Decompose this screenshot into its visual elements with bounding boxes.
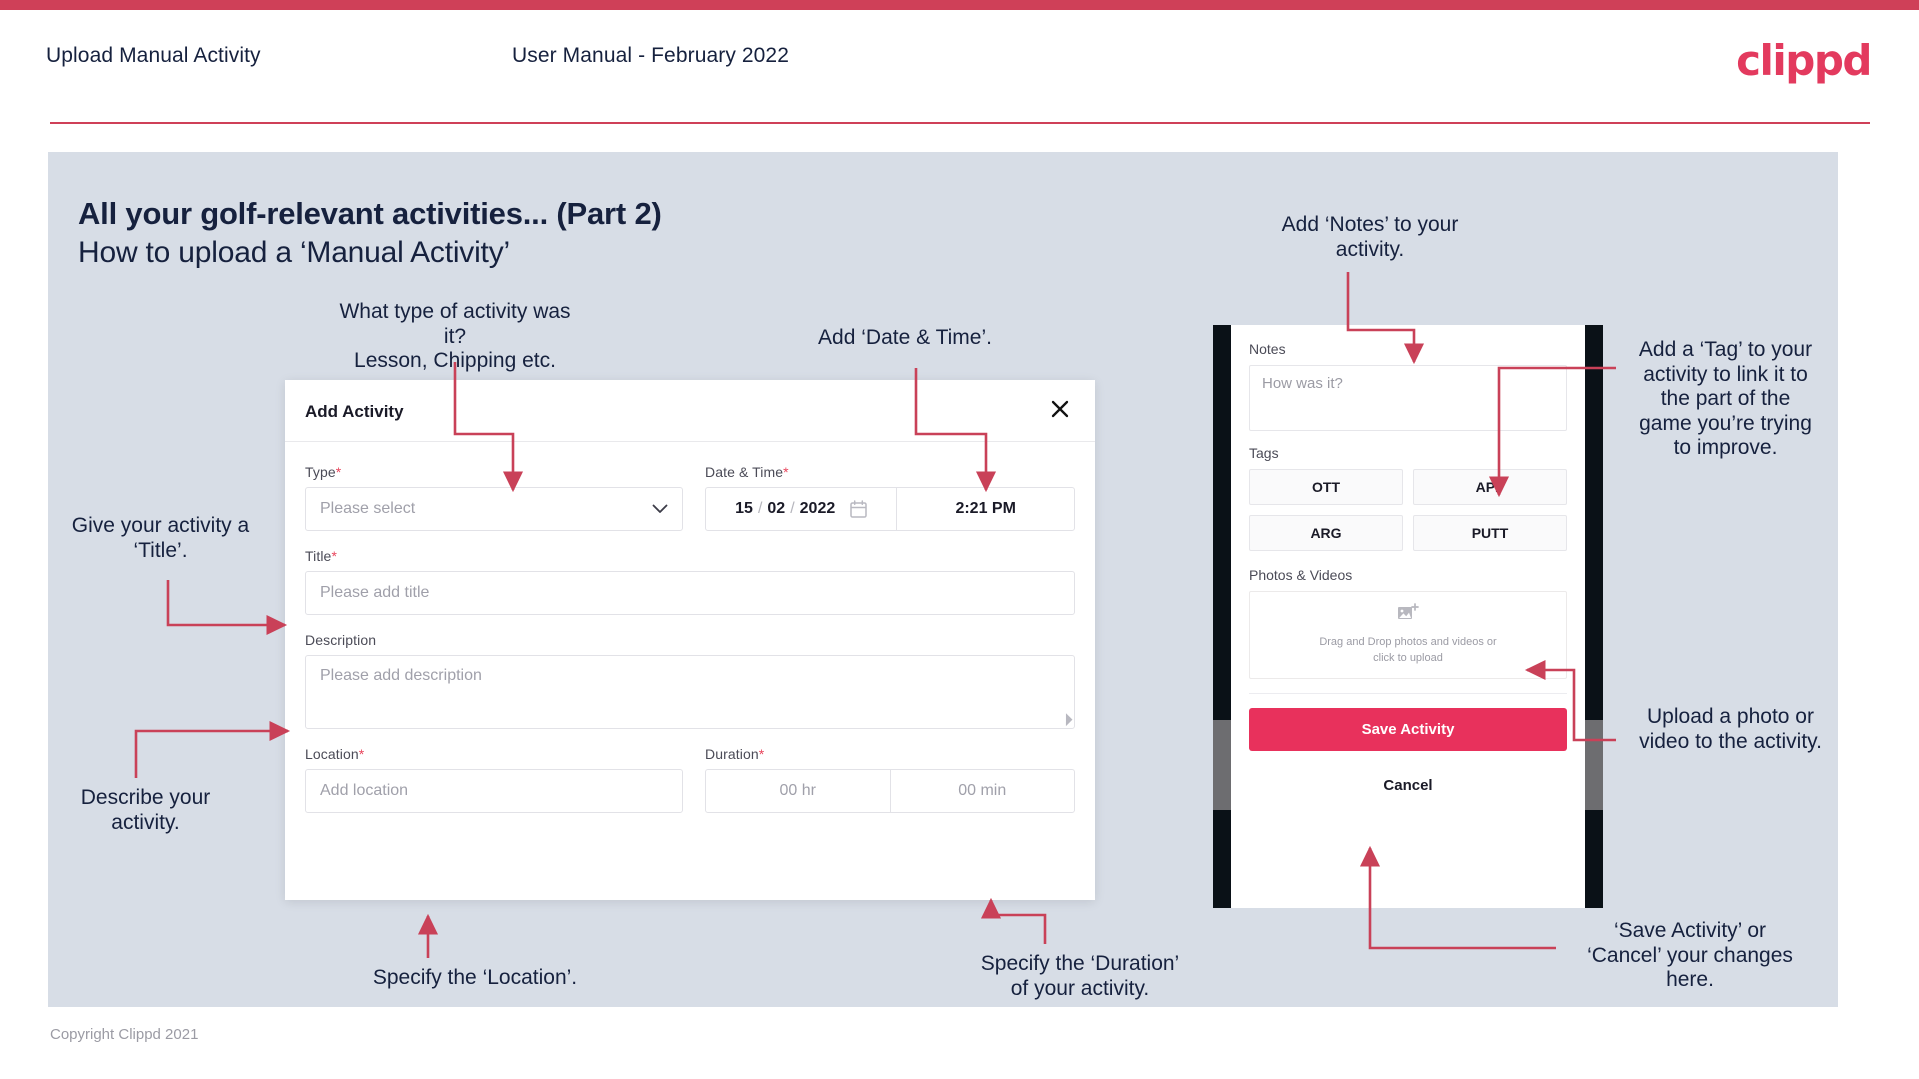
slide-subtitle: How to upload a ‘Manual Activity’ [78, 236, 510, 269]
page-title: Upload Manual Activity [46, 44, 261, 67]
title-input[interactable]: Please add title [305, 571, 1075, 615]
title-input-placeholder: Please add title [320, 584, 430, 601]
resize-grip-icon[interactable]: ◥ [1058, 711, 1074, 727]
type-label: Type* [305, 464, 683, 480]
photo-dropzone[interactable]: Drag and Drop photos and videos or click… [1249, 591, 1567, 679]
annotation-type: What type of activity was it? Lesson, Ch… [339, 300, 571, 373]
phone-bezel-right [1585, 325, 1603, 908]
duration-hours-input[interactable]: 00 hr [706, 770, 890, 812]
tags-label: Tags [1249, 445, 1279, 461]
description-textarea[interactable]: Please add description ◥ [305, 655, 1075, 729]
annotation-duration: Specify the ‘Duration’ of your activity. [980, 952, 1180, 1000]
location-label-text: Location [305, 746, 359, 762]
tag-button-putt[interactable]: PUTT [1413, 515, 1567, 551]
title-label-text: Title [305, 548, 332, 564]
duration-label-text: Duration [705, 746, 759, 762]
date-day: 15 [735, 500, 753, 517]
close-icon[interactable] [1045, 394, 1075, 424]
photos-label: Photos & Videos [1249, 567, 1353, 583]
annotation-datetime: Add ‘Date & Time’. [818, 326, 992, 349]
datetime-required-marker: * [783, 464, 789, 480]
cancel-button[interactable]: Cancel [1249, 777, 1567, 794]
title-label: Title* [305, 548, 1075, 564]
description-field-group: Description Please add description ◥ [305, 632, 1075, 729]
annotation-description: Describe your activity. [80, 786, 211, 834]
date-separator-1: / [757, 500, 763, 517]
notes-label: Notes [1249, 341, 1286, 357]
title-field-group: Title* Please add title [305, 548, 1075, 615]
type-required-marker: * [335, 464, 342, 480]
annotation-location: Specify the ‘Location’. [372, 966, 578, 989]
photo-dropzone-text: Drag and Drop photos and videos or click… [1319, 636, 1497, 664]
description-label: Description [305, 632, 377, 648]
datetime-label: Date & Time* [705, 464, 1075, 480]
datetime-input-wrap: 15 / 02 / 2022 2:21 PM [705, 487, 1075, 531]
calendar-icon[interactable] [850, 500, 867, 518]
phone-bezel-left-accent [1213, 720, 1231, 810]
annotation-title: Give your activity a ‘Title’. [71, 514, 250, 562]
datetime-field-group: Date & Time* 15 / 02 / 2022 2:21 PM [705, 464, 1075, 531]
location-field-group: Location* Add location [305, 746, 683, 813]
phone-screen: Notes How was it? Tags OTT APP ARG PUTT … [1231, 325, 1585, 908]
title-required-marker: * [331, 548, 337, 564]
clippd-logo: clippd [1736, 36, 1872, 85]
phone-bezel-right-accent [1585, 720, 1603, 810]
duration-label: Duration* [705, 746, 1075, 762]
chevron-down-icon [652, 501, 668, 517]
header-subtitle: User Manual - February 2022 [512, 44, 789, 67]
tag-button-arg[interactable]: ARG [1249, 515, 1403, 551]
description-placeholder: Please add description [320, 667, 482, 684]
type-select-value: Please select [320, 500, 416, 517]
annotation-notes: Add ‘Notes’ to your activity. [1281, 213, 1459, 261]
slide-title: All your golf-relevant activities... (Pa… [78, 196, 662, 231]
tag-button-app[interactable]: APP [1413, 469, 1567, 505]
time-input[interactable]: 2:21 PM [897, 488, 1074, 530]
annotation-save: ‘Save Activity’ or ‘Cancel’ your changes… [1587, 919, 1793, 992]
dialog-header: Add Activity [285, 380, 1095, 442]
datetime-label-text: Date & Time [705, 464, 784, 480]
duration-input-wrap: 00 hr 00 min [705, 769, 1075, 813]
duration-field-group: Duration* 00 hr 00 min [705, 746, 1075, 813]
location-input[interactable]: Add location [305, 769, 683, 813]
phone-bezel-left [1213, 325, 1231, 908]
duration-minutes-input[interactable]: 00 min [889, 770, 1075, 812]
phone-mockup: Notes How was it? Tags OTT APP ARG PUTT … [1213, 325, 1603, 908]
notes-placeholder: How was it? [1262, 375, 1343, 392]
location-input-placeholder: Add location [320, 782, 409, 799]
header-divider [50, 122, 1870, 124]
tags-grid: OTT APP ARG PUTT [1249, 469, 1567, 551]
footer-copyright: Copyright Clippd 2021 [50, 1026, 199, 1043]
date-month: 02 [767, 500, 786, 517]
type-label-text: Type [305, 464, 336, 480]
date-separator-2: / [790, 500, 795, 517]
location-label: Location* [305, 746, 683, 762]
annotation-tags: Add a ‘Tag’ to your activity to link it … [1638, 338, 1813, 460]
top-accent-bar [0, 0, 1919, 10]
dialog-title: Add Activity [305, 402, 404, 421]
save-activity-button[interactable]: Save Activity [1249, 708, 1567, 751]
type-field-group: Type* Please select [305, 464, 683, 531]
duration-required-marker: * [758, 746, 765, 762]
add-image-icon [1397, 603, 1419, 628]
location-required-marker: * [358, 746, 365, 762]
add-activity-dialog: Add Activity Type* Please select Date & … [285, 380, 1095, 900]
date-input[interactable]: 15 / 02 / 2022 [706, 488, 898, 530]
phone-divider [1249, 693, 1567, 694]
notes-textarea[interactable]: How was it? [1249, 365, 1567, 431]
date-year: 2022 [799, 500, 836, 517]
annotation-photos: Upload a photo or video to the activity. [1639, 705, 1822, 753]
tag-button-ott[interactable]: OTT [1249, 469, 1403, 505]
type-select[interactable]: Please select [305, 487, 683, 531]
